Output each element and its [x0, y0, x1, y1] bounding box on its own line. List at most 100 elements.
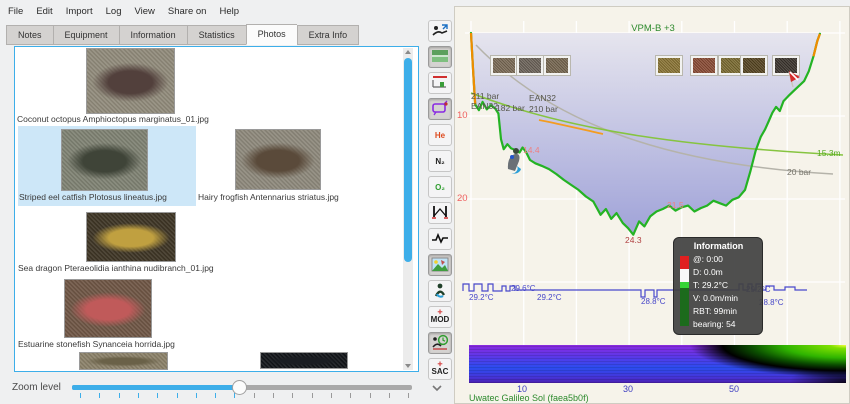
photo-thumbnail[interactable] [79, 352, 168, 370]
toggle-ndl-tts-button[interactable] [428, 332, 452, 354]
dc-icon [431, 100, 449, 118]
diver-event-icon[interactable] [503, 145, 527, 179]
toggle-mean-depth-button[interactable] [428, 46, 452, 68]
depth-axis-label: 20 [457, 193, 468, 204]
chart-photo-marker[interactable] [691, 56, 717, 75]
temp-label: 29.6°C [511, 284, 536, 293]
chart-photo-marker[interactable] [517, 56, 543, 75]
toggle-photos-button[interactable] [428, 254, 452, 276]
info-row: D: 0.0m [693, 266, 758, 279]
slider-tick [350, 393, 351, 398]
slider-tick [331, 393, 332, 398]
temp-label: 28.8°C [641, 297, 666, 306]
toggle-mod-button[interactable]: ✛MOD [428, 306, 452, 328]
toolbar-scroll-down-icon[interactable] [431, 384, 443, 394]
slider-tick [196, 393, 197, 398]
toggle-heart-rate-button[interactable] [428, 228, 452, 250]
slider-tick [273, 393, 274, 398]
toggle-o2-graph-button[interactable]: O₂ [428, 176, 452, 198]
toggle-sac-button[interactable]: ✛SAC [428, 358, 452, 380]
heart-rate-icon [431, 231, 449, 247]
tab-statistics[interactable]: Statistics [187, 25, 246, 45]
scroll-up-icon[interactable] [405, 50, 411, 54]
photo-thumbnail[interactable] [86, 212, 176, 262]
he-icon: He [435, 131, 445, 140]
gas-label: 210 bar [529, 104, 558, 114]
o-icon: O₂ [435, 183, 445, 192]
zoom-level-label: Zoom level [12, 382, 61, 393]
info-tooltip: Information @: 0:00D: 0.0mT: 29.2°CV: 0.… [673, 237, 763, 335]
slider-tick [99, 393, 100, 398]
toggle-dc-reported-ceiling-button[interactable] [428, 98, 452, 120]
photo-thumbnail[interactable] [86, 48, 175, 114]
gas-label: 15.3m [817, 148, 841, 158]
info-row: V: 0.0m/min [693, 292, 758, 305]
photo-thumbnail[interactable] [235, 129, 321, 190]
menu-help[interactable]: Help [219, 6, 239, 17]
subsurface-window: FileEditImportLogViewShare onHelp NotesE… [0, 0, 850, 404]
diver-up-icon [431, 22, 449, 40]
photo-caption: Estuarine stonefish Synanceia horrida.jp… [18, 339, 175, 349]
mod-icon: ✛MOD [431, 311, 450, 324]
temp-label: 29.2°C [469, 293, 494, 302]
gas-label: EAN32 [471, 101, 498, 111]
photo-thumbnail[interactable] [64, 279, 152, 338]
slider-tick [370, 393, 371, 398]
tab-photos[interactable]: Photos [246, 24, 297, 45]
ndl-icon [431, 334, 449, 352]
tab-equipment[interactable]: Equipment [53, 25, 119, 45]
chart-photo-marker[interactable] [491, 56, 517, 75]
slider-tick [177, 393, 178, 398]
dive-computer-label: Uwatec Galileo Sol (faea5b0f) [469, 393, 589, 403]
toggle-calculated-ceiling-button[interactable] [428, 72, 452, 94]
menu-bar: File Edit Import Log View Share on Help [0, 0, 424, 22]
info-row: RBT: 99min [693, 305, 758, 318]
photo-caption: Hairy frogfish Antennarius striatus.jpg [198, 192, 339, 202]
menu-import[interactable]: Import [66, 6, 93, 17]
chart-photo-marker[interactable] [656, 56, 682, 75]
time-label: 30 [623, 384, 633, 394]
profile-toolbar: He N₂ O₂ ✛MOD ✛SAC [426, 20, 454, 384]
info-tooltip-rows: @: 0:00D: 0.0mT: 29.2°CV: 0.0m/minRBT: 9… [693, 253, 758, 331]
tab-information[interactable]: Information [119, 25, 187, 45]
slider-tick [389, 393, 390, 398]
toggle-ruler-button[interactable] [428, 202, 452, 224]
info-row: T: 29.2°C [693, 279, 758, 292]
scroll-down-icon[interactable] [405, 364, 411, 368]
n-icon: N₂ [435, 157, 444, 166]
gas-label: 20 bar [787, 167, 811, 177]
toggle-n2-graph-button[interactable]: N₂ [428, 150, 452, 172]
tissues-icon [432, 282, 448, 300]
menu-edit[interactable]: Edit [36, 6, 52, 17]
photo-caption: Striped eel catfish Plotosus lineatus.jp… [19, 192, 167, 202]
menu-file[interactable]: File [8, 6, 23, 17]
dive-flag-icon [785, 69, 801, 91]
deco-model-label: VPM-B +3 [455, 23, 850, 34]
slider-tick [254, 393, 255, 398]
slider-tick [215, 393, 216, 398]
photo-thumbnail[interactable] [260, 352, 348, 369]
zoom-slider-handle[interactable] [232, 380, 247, 395]
toolbar-label: SAC [432, 367, 449, 376]
chart-photo-marker[interactable] [544, 56, 570, 75]
depth-axis-label: 10 [457, 110, 468, 121]
gas-label: 24.3 [625, 235, 642, 245]
tab-notes[interactable]: Notes [6, 25, 53, 45]
time-label: 50 [729, 384, 739, 394]
scrollbar-thumb[interactable] [404, 58, 412, 262]
dive-profile-chart[interactable]: VPM-B +3 211 barEAN32182 barEAN32210 bar… [454, 6, 850, 404]
menu-log[interactable]: Log [106, 6, 122, 17]
chart-photo-marker[interactable] [741, 56, 767, 75]
menu-share-on[interactable]: Share on [168, 6, 207, 17]
gas-label: 211 bar [471, 91, 499, 101]
tissue-heatmap [469, 345, 846, 383]
toggle-tissues-button[interactable] [428, 280, 452, 302]
toggle-he-graph-button[interactable]: He [428, 124, 452, 146]
photo-thumbnail[interactable] [61, 129, 148, 191]
menu-view[interactable]: View [134, 6, 154, 17]
toolbar-label: MOD [431, 315, 450, 324]
tab-extra-info[interactable]: Extra Info [297, 25, 360, 45]
slider-tick [408, 393, 409, 398]
toggle-dc-ceiling-button[interactable] [428, 20, 452, 42]
tab-bar: NotesEquipmentInformationStatisticsPhoto… [6, 24, 359, 45]
